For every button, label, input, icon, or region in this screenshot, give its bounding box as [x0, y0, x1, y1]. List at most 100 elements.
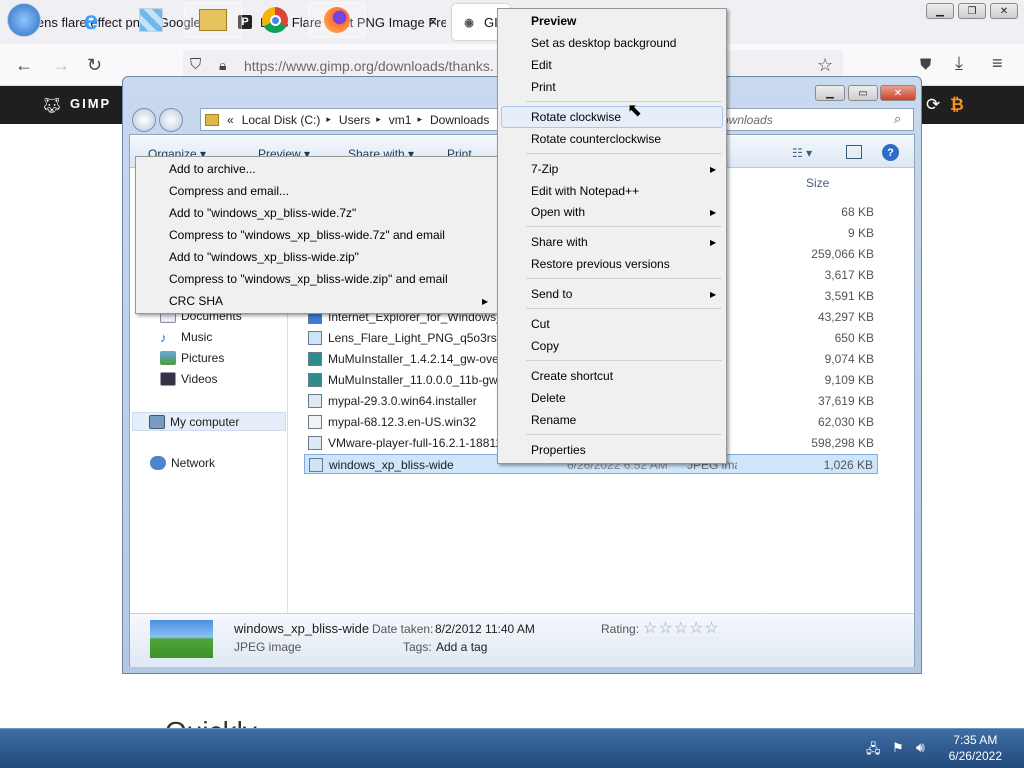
forward-button[interactable] — [159, 108, 183, 132]
explorer-close-button[interactable]: ✕ — [880, 85, 916, 101]
file-size: 43,297 KB — [817, 310, 874, 324]
preview-pane-icon[interactable] — [846, 145, 862, 159]
back-icon[interactable]: ← — [15, 55, 33, 75]
context-menu-item[interactable]: Properties — [531, 443, 586, 457]
reload-icon[interactable]: ↻ — [87, 55, 102, 75]
context-menu-item[interactable]: Rotate clockwise — [531, 110, 621, 124]
file-size: 3,617 KB — [824, 268, 874, 282]
restore-button[interactable]: ❐ — [958, 3, 986, 19]
context-menu-item[interactable]: Preview — [531, 14, 576, 28]
submenu-item[interactable]: Add to archive... — [169, 162, 256, 176]
gimp-logo-text[interactable]: GIMP — [70, 96, 111, 111]
file-name: MuMuInstaller_11.0.0.0_11b-gw- — [328, 373, 498, 387]
sidebar-label: Pictures — [181, 351, 225, 365]
close-icon[interactable]: ✕ — [428, 15, 438, 29]
view-options-icon[interactable]: ☷ ▾ — [792, 146, 812, 160]
lock-icon[interactable]: 🔒︎ — [219, 55, 226, 75]
rating-stars[interactable]: ☆☆☆☆☆ — [643, 618, 720, 638]
file-name: Lens_Flare_Light_PNG_q5o3rs — [328, 331, 497, 345]
network-tray-icon[interactable]: 🖧︎ — [866, 740, 881, 762]
explorer-minimize-button[interactable]: ▁ — [815, 85, 845, 101]
url-text[interactable]: https://www.gimp.org/downloads/thanks. — [244, 58, 494, 74]
chevron-right-icon[interactable]: ▸ — [376, 114, 381, 125]
address-bar[interactable]: « Local Disk (C:) ▸ Users ▸ vm1 ▸ Downlo… — [200, 108, 500, 131]
sidebar-label: My computer — [170, 414, 240, 429]
context-menu-item[interactable]: Print — [531, 80, 556, 94]
details-filetype: JPEG image — [234, 640, 302, 654]
breadcrumb-local-disk[interactable]: Local Disk (C:) — [242, 113, 321, 127]
context-menu-item[interactable]: Restore previous versions — [531, 257, 670, 271]
context-menu-item[interactable]: Edit — [531, 58, 552, 72]
context-menu-item[interactable]: 7-Zip — [531, 162, 558, 176]
context-menu-item[interactable]: Delete — [531, 391, 566, 405]
shield-icon[interactable]: ⛉ — [190, 55, 201, 75]
rating-label: Rating: — [601, 622, 640, 636]
file-name: VMware-player-full-16.2.1-18811 — [328, 436, 498, 450]
submenu-arrow-icon: ▶ — [710, 165, 717, 174]
minimize-button[interactable]: ▁ — [926, 3, 954, 19]
close-window-button[interactable]: ✕ — [990, 3, 1018, 19]
back-forward-buttons — [132, 106, 190, 134]
windows-logo-icon — [7, 3, 41, 37]
taskbar-file-explorer[interactable] — [184, 2, 242, 38]
taskbar-firefox[interactable] — [308, 2, 366, 38]
folder-icon — [205, 113, 219, 126]
breadcrumb-overflow[interactable]: « — [227, 113, 234, 127]
tags-value[interactable]: Add a tag — [436, 640, 487, 654]
file-name: windows_xp_bliss-wide — [329, 458, 454, 472]
column-header-size[interactable]: Size — [806, 176, 829, 190]
taskbar-installer[interactable] — [122, 2, 180, 38]
search-icon[interactable]: ⌕ — [894, 111, 901, 127]
sidebar-label: Music — [181, 330, 213, 344]
submenu-item[interactable]: Compress to "windows_xp_bliss-wide.zip" … — [169, 272, 448, 286]
action-center-flag-icon[interactable]: ⚑ — [892, 740, 904, 756]
breadcrumb-vm1[interactable]: vm1 — [389, 113, 412, 127]
file-name: MuMuInstaller_1.4.2.14_gw-over — [328, 352, 498, 366]
volume-icon[interactable]: 🔊︎ — [916, 739, 925, 756]
sidebar-item-pictures[interactable]: Pictures — [160, 351, 224, 365]
submenu-arrow-icon: ▶ — [482, 297, 489, 306]
sidebar-item-music[interactable]: ♪ Music — [160, 330, 213, 345]
submenu-item[interactable]: Compress to "windows_xp_bliss-wide.7z" a… — [169, 228, 445, 242]
menu-icon[interactable]: ≡ — [992, 53, 1003, 73]
refresh-icon[interactable]: ⟳ — [926, 95, 940, 115]
explorer-maximize-button[interactable]: ▭ — [848, 85, 878, 101]
sidebar-item-network[interactable]: Network — [150, 456, 215, 470]
forward-icon[interactable]: → — [52, 55, 70, 75]
help-icon[interactable]: ? — [882, 144, 899, 161]
pocket-icon[interactable]: ⛊ — [920, 55, 931, 75]
context-menu-item[interactable]: Rotate counterclockwise — [531, 132, 661, 146]
context-menu-item[interactable]: Open with — [531, 205, 585, 219]
submenu-item[interactable]: Add to "windows_xp_bliss-wide.zip" — [169, 250, 359, 264]
context-menu-item[interactable]: Create shortcut — [531, 369, 613, 383]
breadcrumb-users[interactable]: Users — [339, 113, 370, 127]
back-button[interactable] — [132, 108, 156, 132]
context-menu-item[interactable]: Edit with Notepad++ — [531, 184, 639, 198]
submenu-arrow-icon: ▶ — [710, 238, 717, 247]
chevron-right-icon[interactable]: ▸ — [417, 114, 422, 125]
sidebar-item-videos[interactable]: Videos — [160, 372, 217, 386]
file-icon — [308, 373, 322, 387]
file-name: mypal-29.3.0.win64.installer — [328, 394, 477, 408]
context-menu-item[interactable]: Share with — [531, 235, 588, 249]
context-menu-item[interactable]: Send to — [531, 287, 572, 301]
breadcrumb-downloads[interactable]: Downloads — [430, 113, 489, 127]
chevron-right-icon[interactable]: ▸ — [326, 114, 331, 125]
submenu-item[interactable]: CRC SHA — [169, 294, 223, 308]
submenu-item[interactable]: Add to "windows_xp_bliss-wide.7z" — [169, 206, 356, 220]
bitcoin-icon[interactable]: ₿ — [950, 95, 964, 115]
taskbar-internet-explorer[interactable]: e — [62, 2, 120, 38]
context-menu-item[interactable]: Copy — [531, 339, 559, 353]
context-menu-item[interactable]: Rename — [531, 413, 576, 427]
context-menu-item[interactable]: Cut — [531, 317, 550, 331]
system-clock[interactable]: 7:35 AM 6/26/2022 — [949, 732, 1002, 764]
start-button[interactable] — [2, 2, 46, 38]
context-menu-item[interactable]: Set as desktop background — [531, 36, 676, 50]
submenu-item[interactable]: Compress and email... — [169, 184, 289, 198]
bookmark-star-icon[interactable]: ☆ — [817, 55, 833, 75]
sidebar-item-my-computer[interactable]: My computer — [132, 412, 286, 431]
menu-separator — [526, 360, 722, 361]
download-icon[interactable]: ⤓ — [955, 53, 963, 73]
date-taken-value[interactable]: 8/2/2012 11:40 AM — [435, 622, 535, 636]
taskbar-chrome[interactable] — [246, 2, 304, 38]
